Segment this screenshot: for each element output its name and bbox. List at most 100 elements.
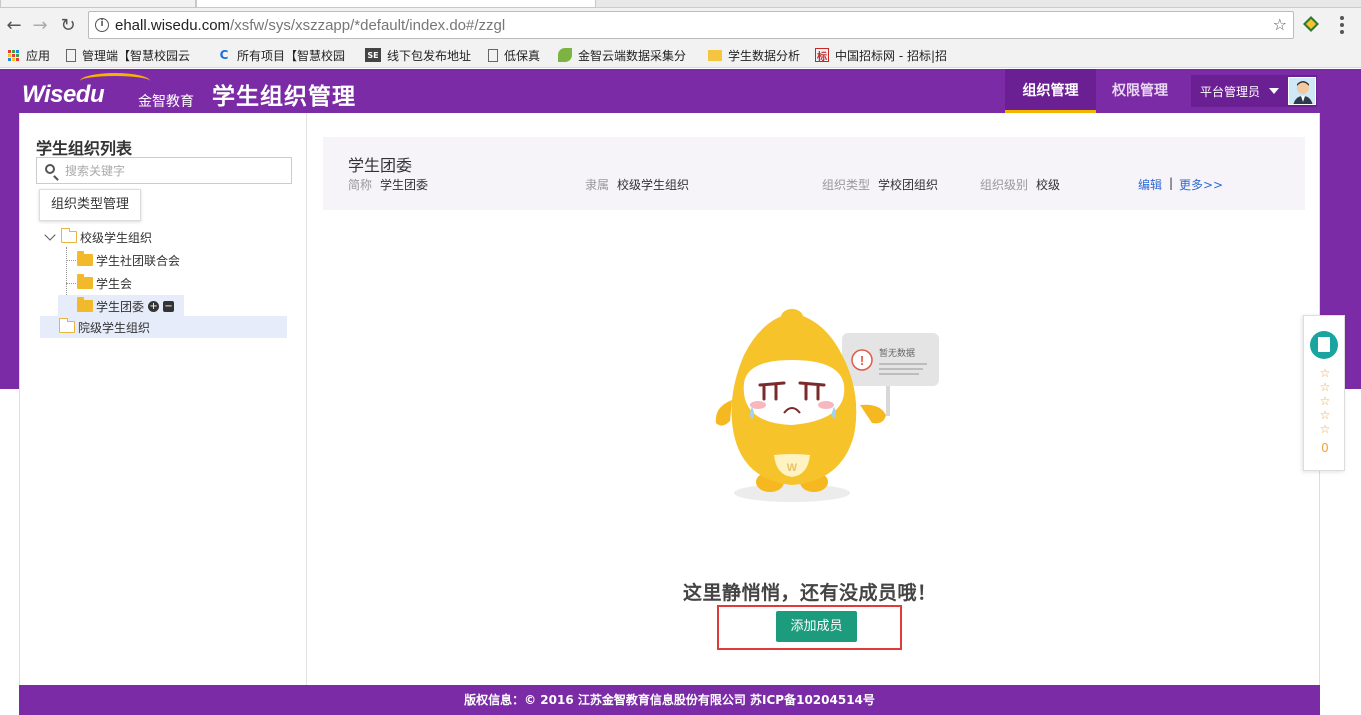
search-input[interactable] [65,162,285,180]
tree-node-college-level[interactable]: 院级学生组织 [40,316,287,338]
browser-tab-active[interactable] [196,0,596,8]
org-title: 学生团委 [348,156,413,175]
folder-open-icon [60,228,77,243]
site-info-icon[interactable]: i [95,18,109,32]
tree-node-label: 学生团委 [96,299,145,314]
tree-node-label: 校级学生组织 [80,230,153,245]
page-icon [488,48,498,62]
folder-icon [77,297,93,312]
field-key: 简称 [348,178,373,192]
tree-node-student-union[interactable]: 学生会 [77,272,132,294]
chrome-c-icon: C [219,48,229,62]
browser-tab-strip [0,0,1361,8]
search-icon[interactable] [45,164,55,174]
bookmark-label: 学生数据分析 [728,48,801,63]
bookmark-item[interactable]: 学生数据分析 [708,46,800,64]
edit-link[interactable]: 编辑 [1138,176,1162,193]
field-value: 校级 [1036,178,1061,192]
address-url[interactable]: ehall.wisedu.com/xsfw/sys/xszzapp/*defau… [115,17,505,34]
nav-org-management[interactable]: 组织管理 [1005,69,1096,113]
tree-connector [66,260,76,261]
url-host: ehall.wisedu.com [115,17,231,34]
field-value: 学校团组织 [878,178,939,192]
browser-toolbar: ← → ↻ i ehall.wisedu.com/xsfw/sys/xszzap… [0,8,1361,42]
search-box [36,157,292,184]
folder-icon [77,251,93,266]
address-bar[interactable]: i ehall.wisedu.com/xsfw/sys/xszzapp/*def… [88,11,1294,39]
browser-menu-icon[interactable] [1334,15,1350,35]
svg-text:!: ! [860,353,864,368]
add-member-button[interactable]: 添加成员 [776,611,857,642]
tender-icon: 标 [815,48,829,63]
logo-text: Wisedu [22,81,105,108]
folder-closed-icon [58,318,75,333]
chevron-down-icon[interactable] [44,229,56,241]
field-value: 校级学生组织 [617,178,690,192]
apps-grid-icon [6,48,20,62]
field-key: 隶属 [585,178,610,192]
sign-text: 暂无数据 [879,347,915,359]
reload-icon[interactable]: ↻ [56,13,80,37]
forward-icon[interactable]: → [28,13,52,37]
extension-icon[interactable] [1302,15,1320,33]
role-switcher[interactable]: 平台管理员 [1191,75,1317,107]
avatar[interactable] [1288,77,1316,105]
field-key: 组织类型 [822,178,871,192]
tree-connector [66,283,76,284]
app-header: Wisedu 金智教育 学生组织管理 组织管理 权限管理 平台管理员 [0,69,1361,113]
rating-stars[interactable]: ☆☆☆☆☆ [1304,366,1346,436]
remove-node-icon[interactable]: − [163,300,175,312]
tree-node-school-level[interactable]: 校级学生组织 [42,226,152,248]
feedback-widget[interactable]: ☆☆☆☆☆ 0 [1303,315,1345,471]
field-key: 组织级别 [980,178,1029,192]
footer-copyright: 版权信息：© 2016 江苏金智教育信息股份有限公司 苏ICP备10204514… [19,685,1320,715]
field-short-name: 简称 学生团委 [348,176,428,193]
field-affiliation: 隶属 校级学生组织 [585,176,689,193]
bookmark-apps[interactable]: 应用 [6,46,50,64]
org-info-bar: 学生团委 简称 学生团委 隶属 校级学生组织 组织类型 学校团组织 组织级别 校级 编辑… [323,137,1305,210]
back-icon[interactable]: ← [2,13,26,37]
field-value: 学生团委 [380,178,429,192]
more-link[interactable]: 更多>> [1179,176,1223,193]
tree-node-label: 院级学生组织 [78,320,151,335]
tree-node-label: 学生社团联合会 [96,253,181,268]
bookmark-label: 所有项目【智慧校园 [237,48,346,63]
add-node-icon[interactable]: + [148,300,160,312]
empty-state-message: 这里静悄悄，还有没成员哦！ [683,582,937,604]
tree-node-club-union[interactable]: 学生社团联合会 [77,249,180,271]
nav-permission-management[interactable]: 权限管理 [1096,69,1184,113]
bookmark-star-icon[interactable]: ☆ [1273,15,1287,34]
bookmark-item[interactable]: SE 线下包发布地址 [365,46,471,64]
bookmark-label: 中国招标网 - 招标|招 [835,48,948,63]
caret-down-icon [1269,88,1279,94]
browser-tab[interactable] [0,0,196,8]
bib-letter: W [787,462,798,474]
bookmark-item[interactable]: 金智云端数据采集分 [558,46,686,64]
bookmark-label: 金智云端数据采集分 [578,48,687,63]
bookmark-item[interactable]: 管理端【智慧校园云 [66,46,190,64]
role-label: 平台管理员 [1200,85,1261,99]
field-org-type: 组织类型 学校团组织 [822,176,938,193]
tree-node-youth-league[interactable]: 学生团委 + − [58,295,184,317]
bookmark-item[interactable]: 低保真 [488,46,540,64]
feedback-icon[interactable] [1310,331,1338,359]
main-card: 学生组织列表 组织类型管理 校级学生组织 学生社团联合会 学生会 学生团委 + [19,113,1320,685]
logo-cn-text: 金智教育 [138,94,194,110]
link-separator: | [1169,176,1174,190]
folder-icon [708,49,722,61]
url-path: /xsfw/sys/xszzapp/*default/index.do#/zzg… [230,17,506,34]
bookmarks-bar: 应用 管理端【智慧校园云 C 所有项目【智慧校园 SE 线下包发布地址 低保真 … [0,42,1361,68]
bookmark-item[interactable]: 标 中国招标网 - 招标|招 [815,46,947,64]
field-org-level: 组织级别 校级 [980,176,1060,193]
sidebar-title: 学生组织列表 [36,139,133,158]
app-title: 学生组织管理 [212,84,356,110]
org-type-manage-button[interactable]: 组织类型管理 [39,189,141,221]
se-icon: SE [365,48,381,62]
rating-count: 0 [1321,441,1329,455]
leaf-icon [558,48,572,62]
folder-icon [77,274,93,289]
bookmark-label: 管理端【智慧校园云 [82,48,191,63]
bookmark-label: 应用 [26,48,51,63]
bookmark-item[interactable]: C 所有项目【智慧校园 [217,46,345,64]
page-icon [66,48,76,62]
